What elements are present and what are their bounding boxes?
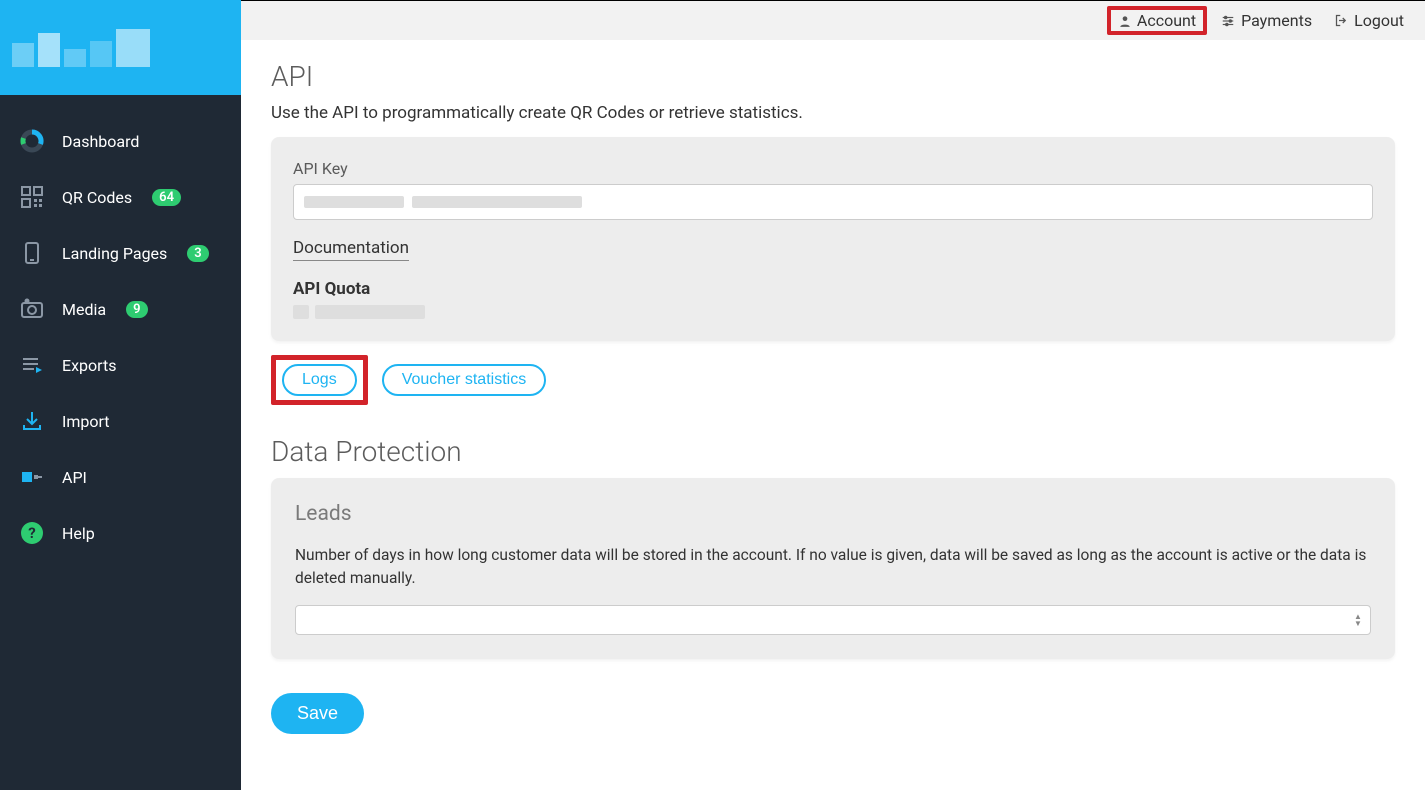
sidebar-item-exports[interactable]: Exports [0,337,241,393]
sidebar-item-label: Landing Pages [62,244,167,263]
number-stepper[interactable]: ▲ ▼ [1351,611,1365,629]
topbar-payments[interactable]: Payments [1211,7,1321,34]
data-protection-title: Data Protection [271,435,1395,468]
api-panel: API Key Documentation API Quota [271,137,1395,341]
user-icon [1118,14,1132,28]
voucher-wrap: Voucher statistics [378,360,551,400]
logo-area [0,0,241,95]
exports-icon [18,351,46,379]
redacted-text [412,196,582,208]
leads-title: Leads [295,502,1371,526]
sidebar-item-label: Import [62,412,110,431]
api-icon [18,463,46,491]
svg-text:?: ? [28,524,35,542]
logout-icon [1334,13,1349,28]
sidebar-item-label: Dashboard [62,132,139,151]
leads-days-input[interactable] [295,605,1371,635]
pill-row: Logs Voucher statistics [271,355,1395,405]
content: API Use the API to programmatically crea… [241,40,1425,754]
sidebar-item-media[interactable]: Media 9 [0,281,241,337]
api-title: API [271,60,1395,93]
sidebar-item-label: QR Codes [62,188,132,207]
qrcode-icon [18,183,46,211]
documentation-link[interactable]: Documentation [293,238,409,261]
chevron-down-icon[interactable]: ▼ [1351,620,1365,627]
voucher-statistics-button[interactable]: Voucher statistics [382,364,547,396]
badge: 64 [152,189,181,206]
topbar-logout[interactable]: Logout [1325,7,1413,34]
sidebar-item-qrcodes[interactable]: QR Codes 64 [0,169,241,225]
topbar-label: Account [1137,11,1196,30]
api-quota-title: API Quota [293,279,1373,299]
sidebar-item-landingpages[interactable]: Landing Pages 3 [0,225,241,281]
badge: 3 [187,245,208,262]
sidebar-item-label: Help [62,524,95,543]
sidebar-item-help[interactable]: ? Help [0,505,241,561]
redacted-text [304,196,404,208]
landingpage-icon [18,239,46,267]
main: Account Payments Logout API Use the API … [241,0,1425,790]
topbar-label: Payments [1241,11,1312,30]
import-icon [18,407,46,435]
topbar: Account Payments Logout [241,0,1425,40]
api-key-input[interactable] [293,184,1373,220]
sidebar: Dashboard QR Codes 64 Landing Pages 3 [0,0,241,790]
topbar-account[interactable]: Account [1107,6,1207,35]
sliders-icon [1220,14,1236,28]
sidebar-item-api[interactable]: API [0,449,241,505]
logs-highlight: Logs [271,355,368,405]
api-subtitle: Use the API to programmatically create Q… [271,103,1395,123]
leads-panel: Leads Number of days in how long custome… [271,478,1395,659]
sidebar-item-import[interactable]: Import [0,393,241,449]
sidebar-item-label: Media [62,300,106,319]
nav: Dashboard QR Codes 64 Landing Pages 3 [0,95,241,561]
topbar-label: Logout [1354,11,1404,30]
redacted-text [293,305,309,319]
dashboard-icon [18,127,46,155]
sidebar-item-label: Exports [62,356,116,375]
save-button[interactable]: Save [271,693,364,734]
logs-button[interactable]: Logs [282,364,357,396]
sidebar-item-label: API [62,468,87,487]
logo-icon [12,29,150,67]
media-icon [18,295,46,323]
sidebar-item-dashboard[interactable]: Dashboard [0,113,241,169]
api-key-label: API Key [293,159,1373,178]
help-icon: ? [18,519,46,547]
badge: 9 [126,301,147,318]
redacted-text [315,305,425,319]
leads-description: Number of days in how long customer data… [295,544,1371,591]
